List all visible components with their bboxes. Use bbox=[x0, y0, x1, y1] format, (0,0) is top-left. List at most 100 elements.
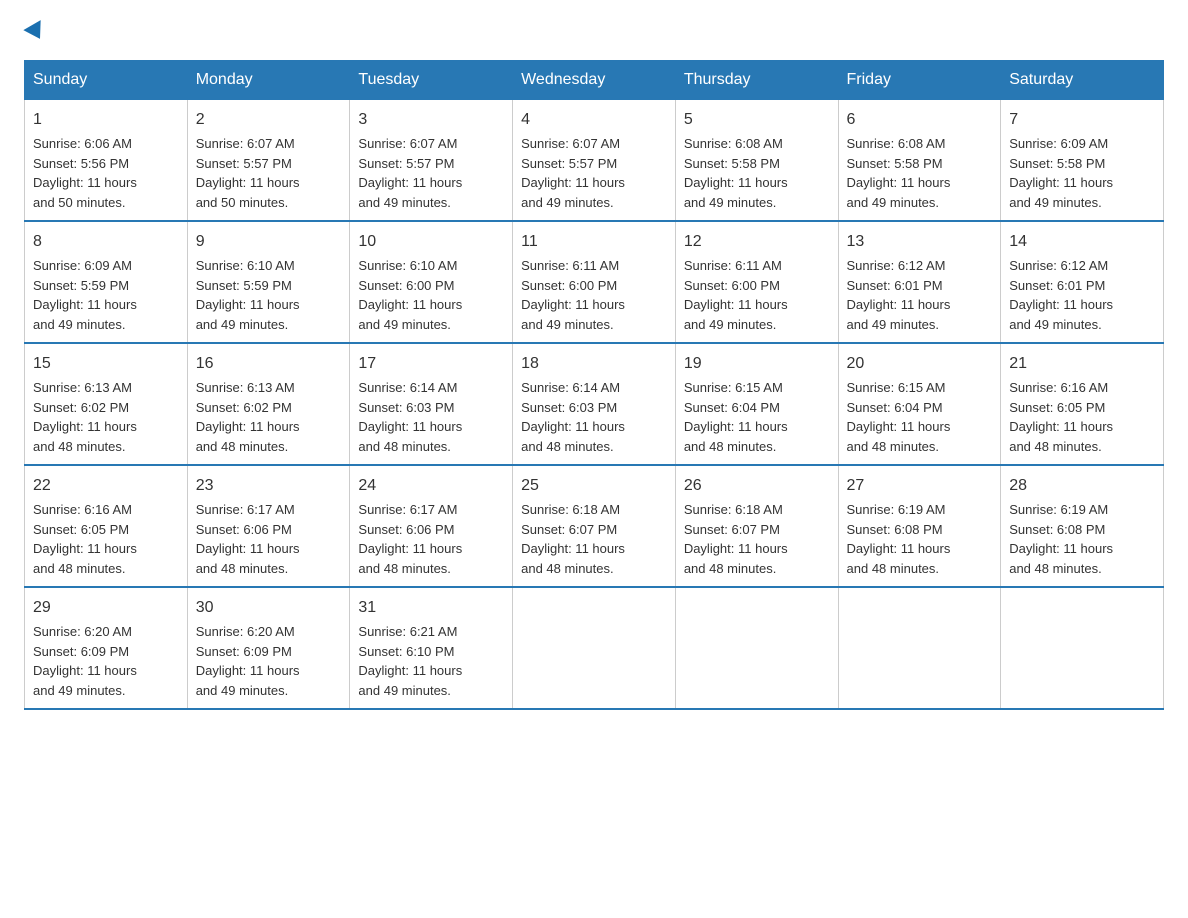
day-number: 11 bbox=[521, 230, 667, 254]
day-info: Sunrise: 6:16 AMSunset: 6:05 PMDaylight:… bbox=[33, 502, 137, 576]
day-number: 3 bbox=[358, 108, 504, 132]
calendar-cell: 20 Sunrise: 6:15 AMSunset: 6:04 PMDayligh… bbox=[838, 343, 1001, 465]
day-number: 31 bbox=[358, 596, 504, 620]
day-info: Sunrise: 6:08 AMSunset: 5:58 PMDaylight:… bbox=[847, 136, 951, 210]
calendar-cell bbox=[675, 587, 838, 709]
calendar-cell: 14 Sunrise: 6:12 AMSunset: 6:01 PMDayligh… bbox=[1001, 221, 1164, 343]
weekday-header-saturday: Saturday bbox=[1001, 61, 1164, 100]
day-info: Sunrise: 6:07 AMSunset: 5:57 PMDaylight:… bbox=[358, 136, 462, 210]
calendar-cell: 25 Sunrise: 6:18 AMSunset: 6:07 PMDayligh… bbox=[513, 465, 676, 587]
day-number: 20 bbox=[847, 352, 993, 376]
calendar-cell: 24 Sunrise: 6:17 AMSunset: 6:06 PMDayligh… bbox=[350, 465, 513, 587]
day-number: 29 bbox=[33, 596, 179, 620]
day-info: Sunrise: 6:19 AMSunset: 6:08 PMDaylight:… bbox=[847, 502, 951, 576]
calendar-cell: 28 Sunrise: 6:19 AMSunset: 6:08 PMDayligh… bbox=[1001, 465, 1164, 587]
calendar-cell bbox=[1001, 587, 1164, 709]
day-number: 19 bbox=[684, 352, 830, 376]
day-info: Sunrise: 6:13 AMSunset: 6:02 PMDaylight:… bbox=[196, 380, 300, 454]
day-number: 16 bbox=[196, 352, 342, 376]
day-info: Sunrise: 6:21 AMSunset: 6:10 PMDaylight:… bbox=[358, 624, 462, 698]
page-header bbox=[24, 24, 1164, 40]
day-number: 2 bbox=[196, 108, 342, 132]
weekday-header-friday: Friday bbox=[838, 61, 1001, 100]
day-number: 4 bbox=[521, 108, 667, 132]
day-info: Sunrise: 6:15 AMSunset: 6:04 PMDaylight:… bbox=[684, 380, 788, 454]
day-info: Sunrise: 6:06 AMSunset: 5:56 PMDaylight:… bbox=[33, 136, 137, 210]
day-info: Sunrise: 6:14 AMSunset: 6:03 PMDaylight:… bbox=[358, 380, 462, 454]
day-info: Sunrise: 6:07 AMSunset: 5:57 PMDaylight:… bbox=[196, 136, 300, 210]
calendar-cell: 18 Sunrise: 6:14 AMSunset: 6:03 PMDayligh… bbox=[513, 343, 676, 465]
day-info: Sunrise: 6:17 AMSunset: 6:06 PMDaylight:… bbox=[358, 502, 462, 576]
calendar-cell: 30Sunrise: 6:20 AMSunset: 6:09 PMDayligh… bbox=[187, 587, 350, 709]
day-number: 6 bbox=[847, 108, 993, 132]
day-info: Sunrise: 6:08 AMSunset: 5:58 PMDaylight:… bbox=[684, 136, 788, 210]
week-row-1: 1Sunrise: 6:06 AMSunset: 5:56 PMDaylight… bbox=[25, 100, 1164, 222]
week-row-2: 8Sunrise: 6:09 AMSunset: 5:59 PMDaylight… bbox=[25, 221, 1164, 343]
day-number: 13 bbox=[847, 230, 993, 254]
day-info: Sunrise: 6:09 AMSunset: 5:58 PMDaylight:… bbox=[1009, 136, 1113, 210]
day-number: 12 bbox=[684, 230, 830, 254]
day-number: 9 bbox=[196, 230, 342, 254]
calendar-cell: 15 Sunrise: 6:13 AMSunset: 6:02 PMDayligh… bbox=[25, 343, 188, 465]
day-info: Sunrise: 6:16 AMSunset: 6:05 PMDaylight:… bbox=[1009, 380, 1113, 454]
day-number: 5 bbox=[684, 108, 830, 132]
day-info: Sunrise: 6:07 AMSunset: 5:57 PMDaylight:… bbox=[521, 136, 625, 210]
weekday-header-row: SundayMondayTuesdayWednesdayThursdayFrid… bbox=[25, 61, 1164, 100]
day-number: 15 bbox=[33, 352, 179, 376]
calendar-cell: 19 Sunrise: 6:15 AMSunset: 6:04 PMDayligh… bbox=[675, 343, 838, 465]
day-info: Sunrise: 6:19 AMSunset: 6:08 PMDaylight:… bbox=[1009, 502, 1113, 576]
calendar-cell: 3 Sunrise: 6:07 AMSunset: 5:57 PMDaylight… bbox=[350, 100, 513, 222]
day-info: Sunrise: 6:12 AMSunset: 6:01 PMDaylight:… bbox=[1009, 258, 1113, 332]
calendar-cell: 23Sunrise: 6:17 AMSunset: 6:06 PMDayligh… bbox=[187, 465, 350, 587]
day-number: 7 bbox=[1009, 108, 1155, 132]
logo-triangle-icon bbox=[23, 20, 48, 44]
day-number: 28 bbox=[1009, 474, 1155, 498]
weekday-header-monday: Monday bbox=[187, 61, 350, 100]
calendar-cell: 13 Sunrise: 6:12 AMSunset: 6:01 PMDayligh… bbox=[838, 221, 1001, 343]
day-info: Sunrise: 6:17 AMSunset: 6:06 PMDaylight:… bbox=[196, 502, 300, 576]
day-number: 21 bbox=[1009, 352, 1155, 376]
day-number: 27 bbox=[847, 474, 993, 498]
day-info: Sunrise: 6:20 AMSunset: 6:09 PMDaylight:… bbox=[33, 624, 137, 698]
day-info: Sunrise: 6:09 AMSunset: 5:59 PMDaylight:… bbox=[33, 258, 137, 332]
calendar-cell: 5 Sunrise: 6:08 AMSunset: 5:58 PMDaylight… bbox=[675, 100, 838, 222]
calendar-table: SundayMondayTuesdayWednesdayThursdayFrid… bbox=[24, 60, 1164, 710]
calendar-cell: 26 Sunrise: 6:18 AMSunset: 6:07 PMDayligh… bbox=[675, 465, 838, 587]
weekday-header-thursday: Thursday bbox=[675, 61, 838, 100]
calendar-cell: 1Sunrise: 6:06 AMSunset: 5:56 PMDaylight… bbox=[25, 100, 188, 222]
week-row-3: 15 Sunrise: 6:13 AMSunset: 6:02 PMDayligh… bbox=[25, 343, 1164, 465]
weekday-header-wednesday: Wednesday bbox=[513, 61, 676, 100]
day-number: 17 bbox=[358, 352, 504, 376]
calendar-cell: 10 Sunrise: 6:10 AMSunset: 6:00 PMDayligh… bbox=[350, 221, 513, 343]
calendar-cell: 9Sunrise: 6:10 AMSunset: 5:59 PMDaylight… bbox=[187, 221, 350, 343]
day-number: 22 bbox=[33, 474, 179, 498]
day-number: 26 bbox=[684, 474, 830, 498]
day-number: 10 bbox=[358, 230, 504, 254]
day-number: 25 bbox=[521, 474, 667, 498]
day-number: 14 bbox=[1009, 230, 1155, 254]
weekday-header-tuesday: Tuesday bbox=[350, 61, 513, 100]
day-info: Sunrise: 6:15 AMSunset: 6:04 PMDaylight:… bbox=[847, 380, 951, 454]
week-row-4: 22 Sunrise: 6:16 AMSunset: 6:05 PMDayligh… bbox=[25, 465, 1164, 587]
calendar-cell: 7 Sunrise: 6:09 AMSunset: 5:58 PMDaylight… bbox=[1001, 100, 1164, 222]
logo bbox=[24, 24, 46, 40]
day-number: 18 bbox=[521, 352, 667, 376]
day-info: Sunrise: 6:11 AMSunset: 6:00 PMDaylight:… bbox=[521, 258, 625, 332]
day-info: Sunrise: 6:18 AMSunset: 6:07 PMDaylight:… bbox=[684, 502, 788, 576]
calendar-cell: 29 Sunrise: 6:20 AMSunset: 6:09 PMDayligh… bbox=[25, 587, 188, 709]
calendar-cell: 11 Sunrise: 6:11 AMSunset: 6:00 PMDayligh… bbox=[513, 221, 676, 343]
day-number: 24 bbox=[358, 474, 504, 498]
calendar-cell: 16 Sunrise: 6:13 AMSunset: 6:02 PMDayligh… bbox=[187, 343, 350, 465]
calendar-cell: 31 Sunrise: 6:21 AMSunset: 6:10 PMDayligh… bbox=[350, 587, 513, 709]
day-info: Sunrise: 6:18 AMSunset: 6:07 PMDaylight:… bbox=[521, 502, 625, 576]
calendar-cell: 6 Sunrise: 6:08 AMSunset: 5:58 PMDaylight… bbox=[838, 100, 1001, 222]
day-number: 30 bbox=[196, 596, 342, 620]
day-info: Sunrise: 6:10 AMSunset: 6:00 PMDaylight:… bbox=[358, 258, 462, 332]
weekday-header-sunday: Sunday bbox=[25, 61, 188, 100]
day-info: Sunrise: 6:12 AMSunset: 6:01 PMDaylight:… bbox=[847, 258, 951, 332]
calendar-cell: 27 Sunrise: 6:19 AMSunset: 6:08 PMDayligh… bbox=[838, 465, 1001, 587]
day-info: Sunrise: 6:14 AMSunset: 6:03 PMDaylight:… bbox=[521, 380, 625, 454]
calendar-cell: 12 Sunrise: 6:11 AMSunset: 6:00 PMDayligh… bbox=[675, 221, 838, 343]
day-info: Sunrise: 6:11 AMSunset: 6:00 PMDaylight:… bbox=[684, 258, 788, 332]
day-info: Sunrise: 6:13 AMSunset: 6:02 PMDaylight:… bbox=[33, 380, 137, 454]
